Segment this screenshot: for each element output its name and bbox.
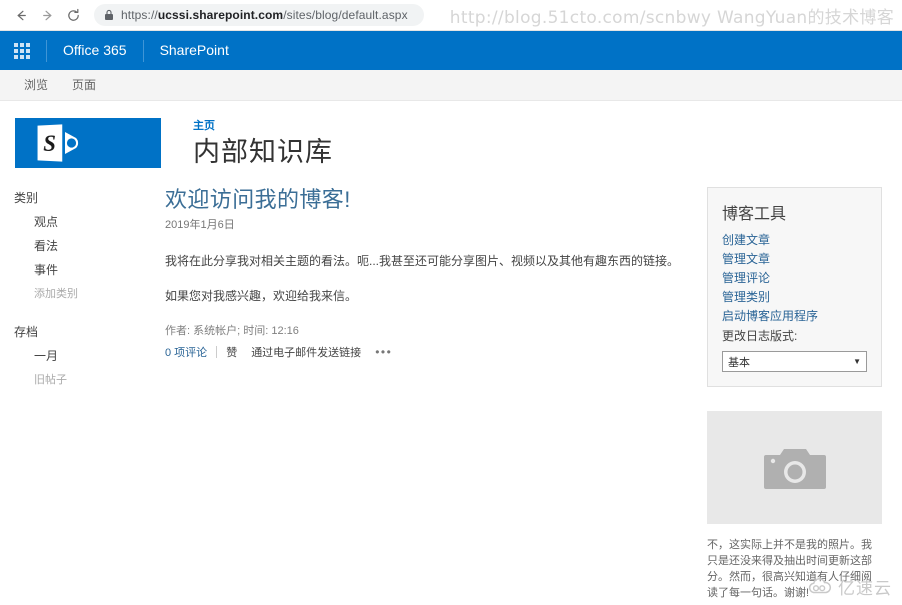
sidebar-item-old-posts[interactable]: 旧帖子	[14, 373, 165, 387]
bottom-watermark-text: 亿速云	[838, 579, 892, 599]
sidebar-item-add-category[interactable]: 添加类别	[14, 287, 165, 301]
cloud-logo-icon	[807, 578, 833, 595]
address-bar[interactable]: https://ucssi.sharepoint.com/sites/blog/…	[94, 4, 424, 26]
breadcrumb[interactable]: 主页	[193, 119, 333, 133]
post-author-meta: 作者: 系统帐户; 时间: 12:16	[165, 325, 299, 337]
tab-page[interactable]: 页面	[60, 70, 108, 101]
top-watermark: http://blog.51cto.com/scnbwy WangYuan的技术…	[449, 8, 894, 28]
comments-link[interactable]: 0 项评论	[165, 344, 207, 360]
logo-letter: S	[43, 130, 56, 156]
forward-button[interactable]	[34, 2, 60, 28]
more-options-icon[interactable]: •••	[375, 345, 392, 359]
reload-button[interactable]	[60, 2, 86, 28]
site-titles: 主页 内部知识库	[193, 118, 333, 168]
nav-group-heading-archive: 存档	[14, 325, 39, 339]
sidebar-item-views[interactable]: 看法	[14, 239, 165, 253]
sharepoint-logo-icon[interactable]: S	[15, 118, 161, 168]
post-paragraph-1: 我将在此分享我对相关主题的看法。呃...我甚至还可能分享图片、视频以及其他有趣东…	[165, 254, 680, 268]
email-link-button[interactable]: 通过电子邮件发送链接	[251, 344, 361, 360]
logo-s-card: S	[37, 124, 63, 162]
post-body: 我将在此分享我对相关主题的看法。呃...我甚至还可能分享图片、视频以及其他有趣东…	[165, 252, 693, 305]
page-root: https://ucssi.sharepoint.com/sites/blog/…	[0, 0, 902, 605]
tab-browse[interactable]: 浏览	[12, 70, 60, 101]
manage-comments-link[interactable]: 管理评论	[722, 269, 867, 288]
address-bar-text: https://ucssi.sharepoint.com/sites/blog/…	[121, 8, 408, 22]
post-date: 2019年1月6日	[165, 219, 235, 231]
layout-select[interactable]: 基本 ▼	[722, 351, 867, 372]
post-actions: 0 项评论 赞 通过电子邮件发送链接 •••	[165, 344, 693, 360]
like-button[interactable]: 赞	[226, 344, 237, 360]
photo-placeholder	[707, 411, 882, 524]
sidebar-item-january[interactable]: 一月	[14, 349, 165, 363]
create-post-link[interactable]: 创建文章	[722, 231, 867, 250]
action-divider	[216, 346, 218, 358]
suite-divider	[46, 39, 47, 62]
back-button[interactable]	[8, 2, 34, 28]
sidebar-item-events[interactable]: 事件	[14, 263, 165, 277]
launch-blog-app-link[interactable]: 启动博客应用程序	[722, 307, 867, 326]
camera-icon	[763, 448, 826, 489]
blog-tools-panel: 博客工具 创建文章 管理文章 管理评论 管理类别 启动博客应用程序 更改日志版式…	[707, 187, 882, 387]
bottom-watermark: 亿速云	[807, 574, 892, 599]
lock-icon	[104, 9, 114, 21]
sharepoint-link[interactable]: SharePoint	[146, 31, 243, 70]
manage-posts-link[interactable]: 管理文章	[722, 250, 867, 269]
content-row: 类别 观点 看法 事件 添加类别 存档 一月 旧帖子 欢迎访问我的博客! 201…	[0, 174, 902, 605]
ribbon-tabs: 浏览 页面	[0, 70, 902, 101]
layout-select-value: 基本	[728, 356, 750, 369]
post-paragraph-2: 如果您对我感兴趣，欢迎给我来信。	[165, 289, 358, 303]
office365-link[interactable]: Office 365	[49, 31, 141, 70]
blog-tools-title: 博客工具	[722, 206, 787, 223]
right-rail: 博客工具 创建文章 管理文章 管理评论 管理类别 启动博客应用程序 更改日志版式…	[707, 187, 882, 605]
left-navigation: 类别 观点 看法 事件 添加类别 存档 一月 旧帖子	[0, 187, 165, 605]
site-header: S 主页 内部知识库	[0, 101, 902, 174]
browser-toolbar: https://ucssi.sharepoint.com/sites/blog/…	[0, 0, 902, 31]
post-title[interactable]: 欢迎访问我的博客!	[165, 187, 693, 213]
logo-arrow-shape	[65, 132, 79, 154]
office365-suite-bar: Office 365 SharePoint	[0, 31, 902, 70]
sidebar-item-opinions[interactable]: 观点	[14, 215, 165, 229]
blog-post: 欢迎访问我的博客! 2019年1月6日 我将在此分享我对相关主题的看法。呃...…	[165, 187, 707, 605]
chevron-down-icon: ▼	[853, 357, 861, 366]
nav-group-heading-categories: 类别	[14, 191, 39, 205]
app-launcher-waffle-icon[interactable]	[0, 31, 44, 70]
manage-categories-link[interactable]: 管理类别	[722, 288, 867, 307]
layout-select-label: 更改日志版式:	[722, 329, 798, 343]
suite-divider-2	[142, 39, 144, 62]
page-title: 内部知识库	[193, 137, 333, 167]
